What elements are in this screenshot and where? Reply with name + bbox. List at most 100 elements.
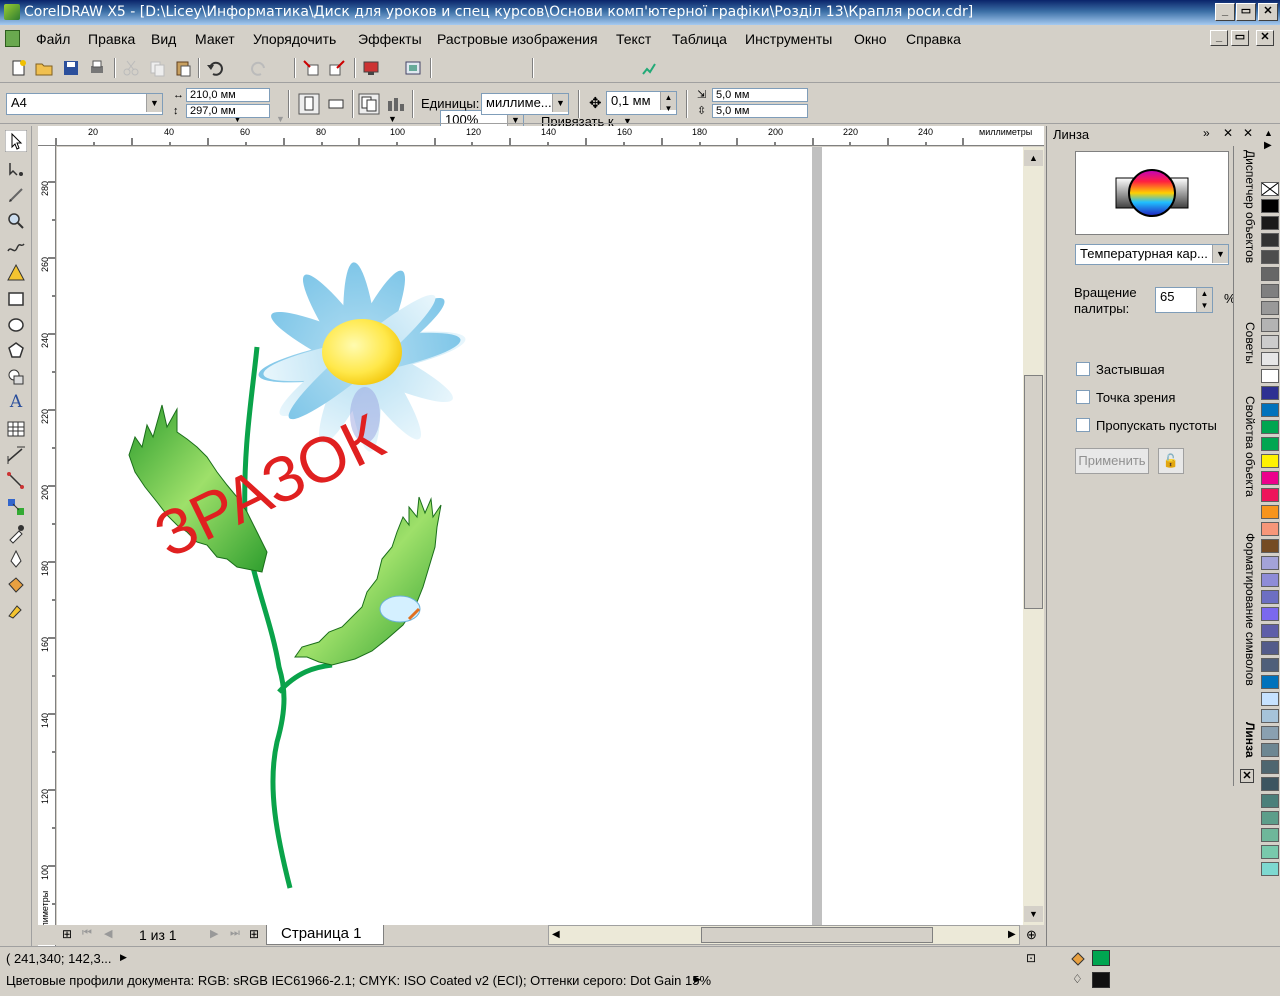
palette-swatch[interactable] [1261,250,1279,264]
shape-tool-icon[interactable] [5,158,27,180]
add-page-after-icon[interactable]: ⊞ [249,927,259,941]
scroll-up-icon[interactable]: ▲ [1024,150,1043,166]
docker-collapse-icon[interactable]: » [1203,126,1210,140]
dimension-tool-icon[interactable] [5,444,27,466]
polygon-tool-icon[interactable] [5,340,27,362]
previous-page-icon[interactable]: ◀ [104,927,112,940]
landscape-orientation-icon[interactable] [325,93,347,115]
smart-fill-tool-icon[interactable] [5,262,27,284]
minimize-button[interactable]: _ [1215,3,1235,21]
palette-swatch[interactable] [1261,233,1279,247]
palette-swatch[interactable] [1261,539,1279,553]
flower-center[interactable] [322,319,402,385]
dew-drop-leaf[interactable] [379,595,421,623]
basic-shapes-tool-icon[interactable] [5,366,27,388]
frozen-label[interactable]: Застывшая [1096,362,1165,377]
copy-icon[interactable] [148,59,166,77]
redo-icon[interactable] [250,59,268,77]
menu-view[interactable]: Вид [151,31,176,47]
chevron-down-icon[interactable]: ▼ [1212,245,1228,263]
new-document-icon[interactable] [10,59,28,77]
palette-swatch[interactable] [1261,573,1279,587]
pick-tool-icon[interactable] [5,130,27,152]
flower-drawing[interactable]: ЗРАЗОК [57,147,1023,925]
viewpoint-checkbox[interactable] [1076,390,1090,404]
horizontal-scroll-thumb[interactable] [701,927,933,943]
palette-swatch[interactable] [1261,845,1279,859]
zoom-tool-icon[interactable] [5,210,27,232]
coordinates-expand-icon[interactable]: ▶ [120,952,127,963]
palette-rotation-field[interactable]: 65 ▲ ▼ [1155,287,1213,313]
palette-swatch[interactable] [1261,811,1279,825]
freehand-tool-icon[interactable] [5,236,27,258]
frozen-checkbox[interactable] [1076,362,1090,376]
import-icon[interactable] [302,59,320,77]
palette-swatch[interactable] [1261,352,1279,366]
text-tool-icon[interactable]: A [5,392,27,414]
spinner-icon[interactable]: ▲ ▼ [1196,288,1212,312]
menu-text[interactable]: Текст [616,31,651,47]
page-tab[interactable]: Страница 1 [266,925,384,945]
palette-swatch[interactable] [1261,403,1279,417]
close-button[interactable]: ✕ [1258,3,1278,21]
palette-swatch[interactable] [1261,454,1279,468]
outline-pen-tool-icon[interactable] [5,548,27,570]
palette-flyout-icon[interactable]: ▶ [1264,140,1272,151]
menu-effects[interactable]: Эффекты [358,31,422,47]
palette-swatch[interactable] [1261,199,1279,213]
remove-face-checkbox[interactable] [1076,418,1090,432]
menu-tools[interactable]: Инструменты [745,31,832,47]
scroll-down-icon[interactable]: ▼ [1024,906,1043,922]
apply-button[interactable]: Применить [1075,448,1149,474]
ellipse-tool-icon[interactable] [5,314,27,336]
flower-stem[interactable] [242,346,293,889]
palette-swatch[interactable] [1261,862,1279,876]
palette-swatch[interactable] [1261,709,1279,723]
horizontal-ruler[interactable]: 20 40 60 80 100 120 140 160 180 200 220 … [38,126,1044,146]
palette-swatch[interactable] [1261,318,1279,332]
viewpoint-label[interactable]: Точка зрения [1096,390,1175,405]
scroll-right-icon[interactable]: ▶ [1008,929,1016,940]
interactive-fill-tool-icon[interactable] [5,600,27,622]
tab-lens[interactable]: Линза [1235,722,1257,758]
palette-swatch[interactable] [1261,658,1279,672]
print-icon[interactable] [88,59,106,77]
nudge-distance-field[interactable]: 0,1 мм ▲ ▼ [606,91,677,115]
leaf-branch[interactable] [277,662,333,694]
profiles-expand-icon[interactable]: ▶ [694,974,701,985]
table-tool-icon[interactable] [5,418,27,440]
drawing-canvas[interactable]: ЗРАЗОК [57,147,1023,925]
palette-swatch[interactable] [1261,522,1279,536]
palette-swatch[interactable] [1261,216,1279,230]
tab-hints[interactable]: Советы [1235,322,1257,364]
chevron-down-icon[interactable]: ▼ [146,94,162,112]
palette-scroll-up-icon[interactable]: ▲ [1264,128,1273,138]
scroll-left-icon[interactable]: ◀ [552,929,560,940]
last-page-icon[interactable]: ⏭ [230,927,240,940]
duplicate-distance-y-field[interactable]: 5,0 мм [712,104,808,118]
cut-icon[interactable] [122,59,140,77]
palette-swatch[interactable] [1261,828,1279,842]
duplicate-distance-x-field[interactable]: 5,0 мм [712,88,808,102]
outline-color-swatch[interactable] [1092,972,1110,988]
fill-tool-icon[interactable] [5,574,27,596]
open-folder-icon[interactable] [35,59,53,77]
menu-bitmaps[interactable]: Растровые изображения [437,31,598,47]
doc-restore-button[interactable]: ▭ [1231,30,1249,46]
connector-tool-icon[interactable] [5,470,27,492]
add-page-before-icon[interactable]: ⊞ [62,927,72,941]
docker-tab-close-icon[interactable]: ✕ [1240,769,1254,783]
palette-swatch[interactable] [1261,369,1279,383]
palette-swatch[interactable] [1261,692,1279,706]
palette-swatch[interactable] [1261,284,1279,298]
application-launcher-icon[interactable] [362,59,380,77]
units-combo[interactable]: миллиме... ▼ [481,93,569,115]
vertical-scroll-thumb[interactable] [1024,375,1043,609]
eyedropper-tool-icon[interactable] [5,522,27,544]
menu-window[interactable]: Окно [854,31,887,47]
document-color-profiles[interactable]: Цветовые профили документа: RGB: sRGB IE… [6,973,711,988]
portrait-orientation-icon[interactable] [298,93,320,115]
doc-minimize-button[interactable]: _ [1210,30,1228,46]
page-height-field[interactable]: 297,0 мм [186,104,270,118]
palette-swatch[interactable] [1261,335,1279,349]
